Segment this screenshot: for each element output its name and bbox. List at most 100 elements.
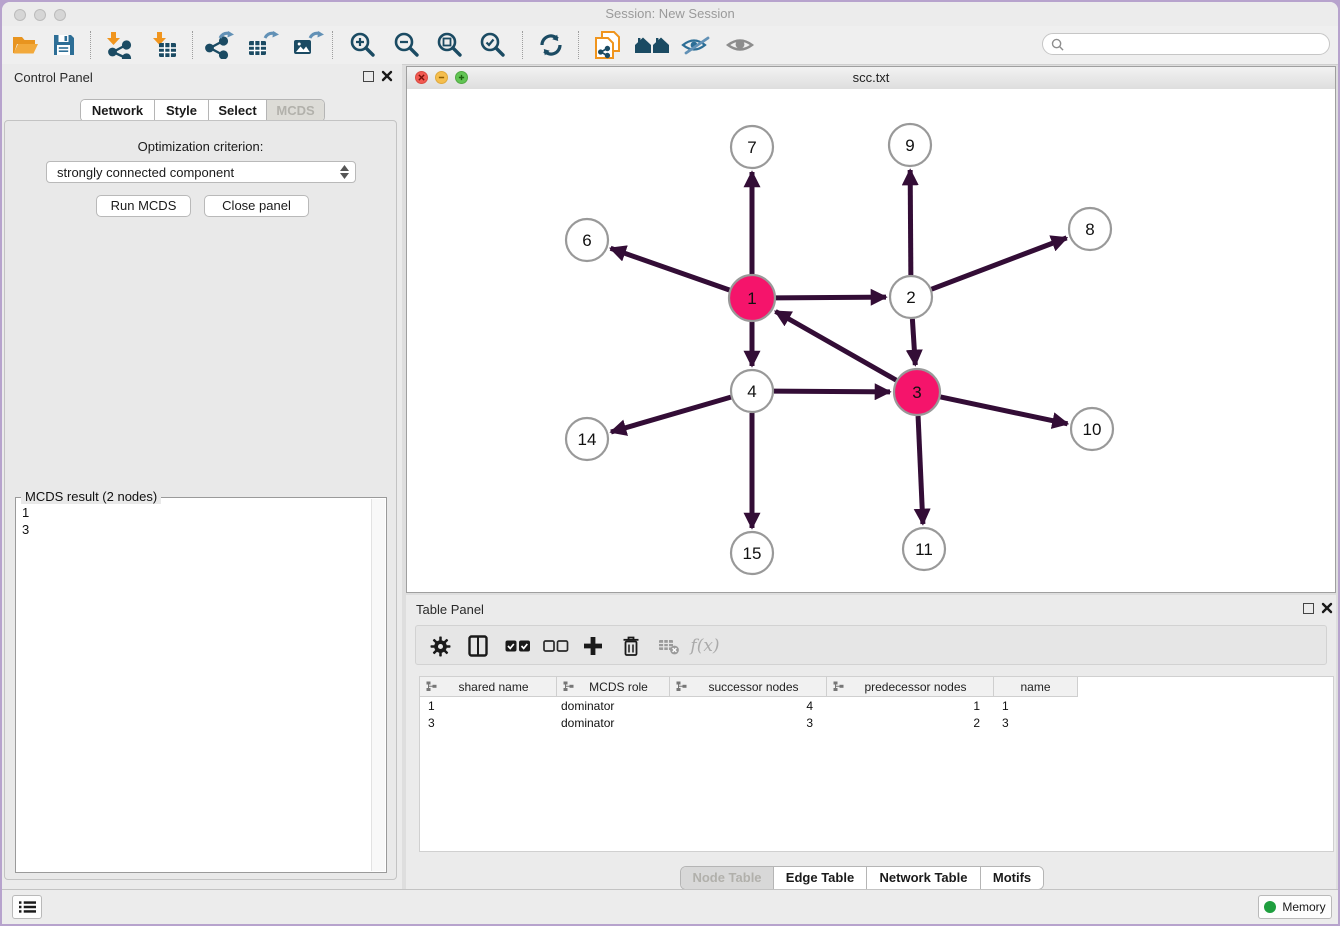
network-view-window: scc.txt 1234678910111415 [406,66,1336,593]
graph-edge-3-1[interactable] [775,311,896,380]
control-panel-header: Control Panel [2,64,402,90]
import-table-icon[interactable] [148,30,180,60]
mcds-panel: Optimization criterion: strongly connect… [4,120,397,880]
optimization-criterion-label: Optimization criterion: [5,139,396,154]
column-header-name[interactable]: name [994,677,1078,697]
graph-node-label-7: 7 [747,138,756,157]
tab-network-table[interactable]: Network Table [867,867,981,889]
table-toolbar: f(x) [415,625,1327,665]
zoom-selected-icon[interactable] [476,30,510,60]
column-layout-icon[interactable] [466,634,490,658]
cell-predecessor-nodes[interactable]: 2 [827,716,994,730]
float-table-panel-icon[interactable] [1303,603,1314,614]
refresh-icon[interactable] [534,30,568,60]
network-canvas[interactable]: 1234678910111415 [407,89,1335,592]
settings-gear-icon[interactable] [428,634,452,658]
cell-predecessor-nodes[interactable]: 1 [827,699,994,713]
export-network-icon[interactable] [202,30,236,60]
select-all-icon[interactable] [504,634,532,658]
search-input[interactable] [1069,36,1329,52]
run-mcds-button[interactable]: Run MCDS [96,195,191,217]
window-titlebar: Session: New Session [2,2,1338,27]
graph-edge-2-8[interactable] [932,238,1067,289]
zoom-fit-icon[interactable] [433,30,467,60]
float-panel-icon[interactable] [363,71,374,82]
table-row[interactable]: 3 dominator 3 2 3 [420,714,1333,731]
tab-node-table[interactable]: Node Table [681,867,774,889]
graph-edge-4-14[interactable] [611,397,731,432]
graph-edge-1-6[interactable] [611,248,730,290]
window-title: Session: New Session [2,6,1338,21]
toolbar-separator [90,31,91,59]
cell-shared-name[interactable]: 3 [420,716,557,730]
tab-style[interactable]: Style [155,100,209,121]
network-window-title: scc.txt [407,70,1335,85]
zoom-out-icon[interactable] [390,30,424,60]
graph-node-label-2: 2 [906,288,915,307]
close-table-panel-icon[interactable] [1321,602,1333,614]
status-bar: Memory [2,889,1338,924]
cell-successor-nodes[interactable]: 3 [670,716,827,730]
import-network-icon[interactable] [102,30,134,60]
graph-edge-2-9[interactable] [910,170,911,275]
deselect-all-icon[interactable] [542,634,570,658]
table-row[interactable]: 1 dominator 4 1 1 [420,697,1333,714]
network-graph: 1234678910111415 [407,89,1335,592]
tab-select[interactable]: Select [209,100,267,121]
graph-node-label-9: 9 [905,136,914,155]
cell-mcds-role[interactable]: dominator [557,716,670,730]
graph-node-label-14: 14 [578,430,597,449]
tab-network[interactable]: Network [81,100,155,121]
zoom-in-icon[interactable] [346,30,380,60]
graph-edge-2-3[interactable] [912,319,915,365]
show-all-icon[interactable] [722,30,758,60]
save-session-icon[interactable] [50,30,78,60]
add-column-icon[interactable] [580,634,606,658]
delete-table-icon[interactable] [656,634,682,658]
graph-node-label-10: 10 [1083,420,1102,439]
memory-button[interactable]: Memory [1258,895,1332,919]
column-header-mcds-role[interactable]: MCDS role [557,677,670,697]
export-image-icon[interactable] [290,30,326,60]
cell-successor-nodes[interactable]: 4 [670,699,827,713]
table-panel-tabs: Node Table Edge Table Network Table Moti… [680,866,1044,890]
graph-edge-4-3[interactable] [774,391,890,392]
delete-column-icon[interactable] [618,634,644,658]
attribute-type-icon [833,681,844,692]
mcds-result-line: 1 [22,504,29,521]
task-history-button[interactable] [12,895,42,919]
open-session-icon[interactable] [10,30,40,60]
column-header-shared-name[interactable]: shared name [420,677,557,697]
attribute-type-icon [563,681,574,692]
graph-node-label-4: 4 [747,382,756,401]
criterion-select[interactable]: strongly connected component [46,161,356,183]
graph-edge-3-10[interactable] [940,397,1067,424]
cell-name[interactable]: 1 [994,699,1078,713]
close-panel-button[interactable]: Close panel [204,195,309,217]
close-panel-icon[interactable] [381,70,393,82]
tab-motifs[interactable]: Motifs [981,867,1043,889]
cell-mcds-role[interactable]: dominator [557,699,670,713]
graph-edge-1-2[interactable] [776,297,886,298]
column-header-predecessor-nodes[interactable]: predecessor nodes [827,677,994,697]
attribute-type-icon [676,681,687,692]
home-layout-icon[interactable] [632,30,672,60]
hide-selected-icon[interactable] [678,30,714,60]
graph-edge-3-11[interactable] [918,416,923,524]
function-builder-icon[interactable]: f(x) [688,634,722,658]
graph-node-label-3: 3 [912,383,921,402]
table-panel-title: Table Panel [416,602,484,617]
network-from-selection-icon[interactable] [590,30,624,60]
export-table-icon[interactable] [245,30,281,60]
search-box[interactable] [1042,33,1330,55]
criterion-select-value: strongly connected component [57,165,234,180]
column-header-successor-nodes[interactable]: successor nodes [670,677,827,697]
tab-edge-table[interactable]: Edge Table [774,867,867,889]
select-stepper-icon [340,165,349,179]
graph-node-label-6: 6 [582,231,591,250]
tab-mcds[interactable]: MCDS [267,100,324,121]
result-scrollbar[interactable] [371,499,385,871]
toolbar-separator [578,31,579,59]
cell-name[interactable]: 3 [994,716,1078,730]
cell-shared-name[interactable]: 1 [420,699,557,713]
